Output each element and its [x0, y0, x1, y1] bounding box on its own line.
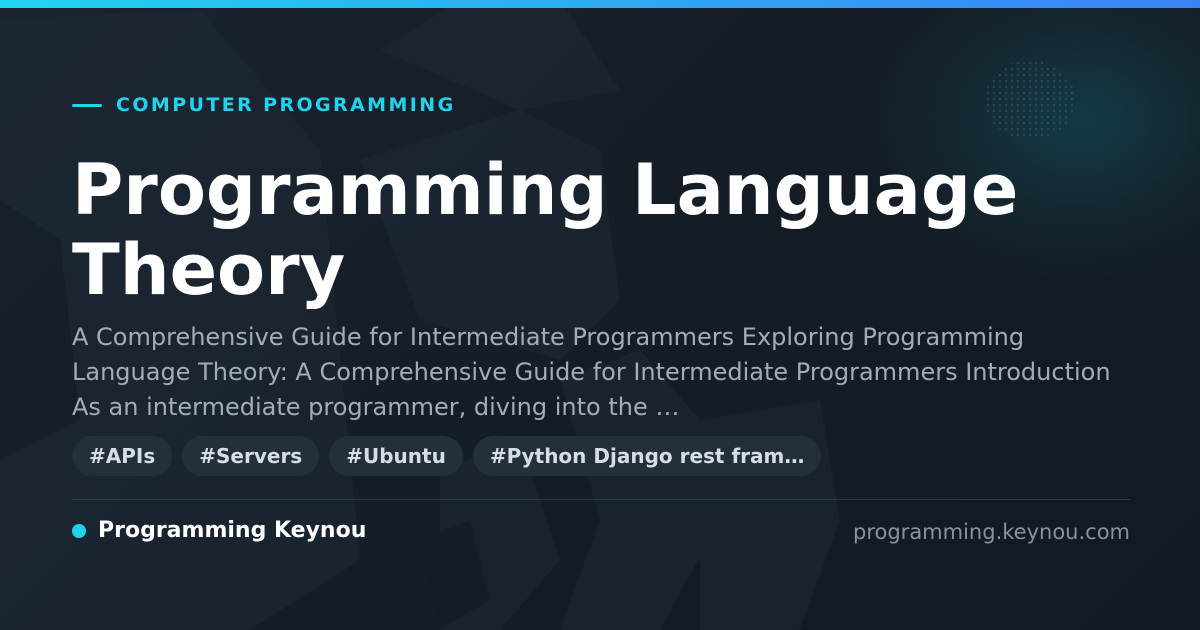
tag-chip[interactable]: #Python Django rest fram… [472, 436, 822, 476]
site-url[interactable]: programming.keynou.com [853, 520, 1130, 544]
footer-brand[interactable]: Programming Keynou [72, 518, 366, 543]
top-accent-bar [0, 0, 1200, 8]
brand-name: Programming Keynou [98, 518, 367, 543]
article-title: Programming Language Theory [72, 149, 1019, 311]
brand-dot-icon [72, 523, 86, 538]
kicker-line [72, 103, 102, 107]
tag-list: #APIs #Servers #Ubuntu #Python Django re… [72, 436, 822, 476]
tag-chip[interactable]: #Ubuntu [329, 436, 463, 476]
tag-chip[interactable]: #Servers [182, 436, 320, 476]
category-kicker: COMPUTER PROGRAMMING [72, 94, 456, 116]
footer-divider [72, 499, 1130, 500]
background-dot-pattern [985, 60, 1075, 140]
tag-chip[interactable]: #APIs [72, 436, 173, 476]
category-label: COMPUTER PROGRAMMING [116, 94, 456, 116]
article-description: A Comprehensive Guide for Intermediate P… [72, 323, 1111, 421]
